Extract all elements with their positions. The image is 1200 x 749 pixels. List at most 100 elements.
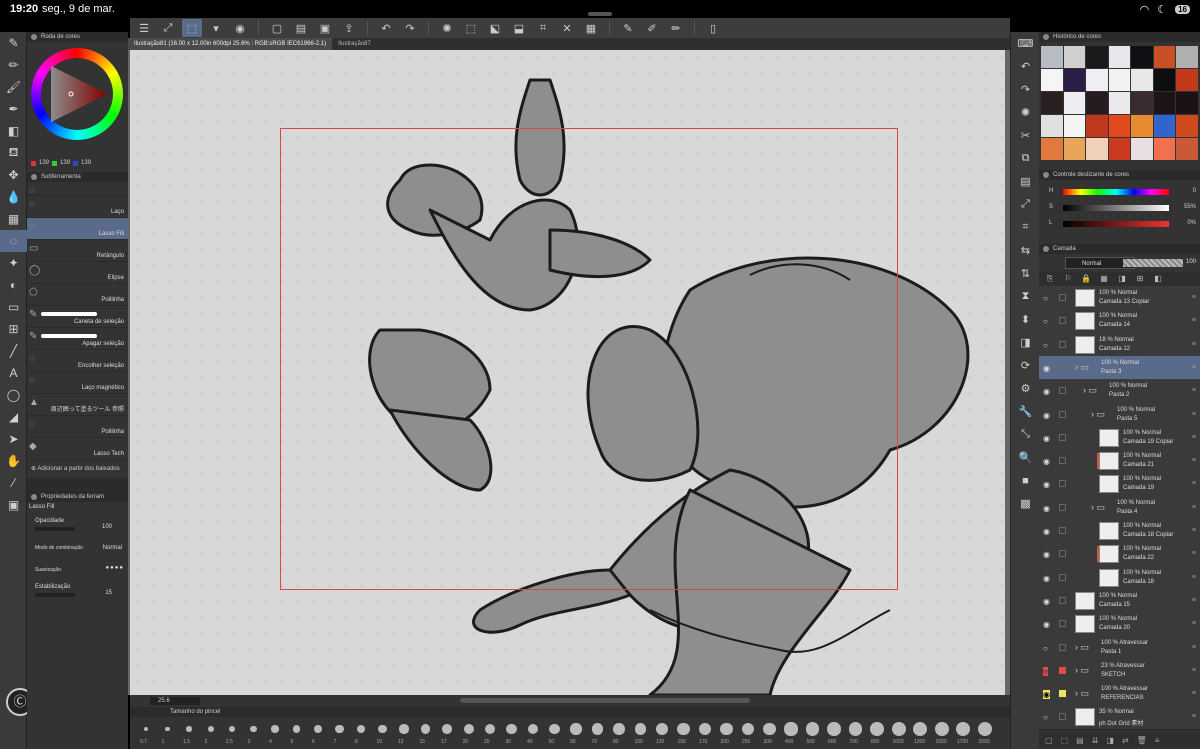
layer-drag-handle-icon[interactable]: ≡ — [1192, 317, 1196, 324]
history-color-swatch[interactable] — [1108, 138, 1131, 160]
visibility-eye-icon[interactable]: ◉ — [1043, 364, 1050, 373]
slider-l-row[interactable]: L 0% — [1041, 218, 1198, 230]
brush-size-option[interactable] — [741, 722, 755, 736]
zoom-icon[interactable]: 🔍 — [1011, 446, 1040, 469]
visibility-eye-icon[interactable]: ◉ — [1043, 620, 1050, 629]
mask-toggle-icon[interactable]: ◨ — [1115, 274, 1129, 284]
prop-smoothing-row[interactable]: Suavização ●●●● — [27, 560, 128, 582]
layer-lock-toggle[interactable] — [1059, 596, 1066, 604]
layer-mask-icon[interactable]: ◨ — [1106, 736, 1114, 745]
layer-drag-handle-icon[interactable]: ≡ — [1192, 644, 1196, 651]
move-tool-icon[interactable]: ✥ — [0, 164, 27, 186]
visibility-eye-icon[interactable]: ◉ — [1043, 504, 1050, 513]
history-color-swatch[interactable] — [1176, 92, 1198, 114]
transform-icon[interactable]: ⤢ — [158, 19, 178, 37]
trash-icon[interactable]: 🗑 — [1137, 736, 1147, 745]
subtool-item[interactable]: ◆ Lasso Tech — [27, 438, 128, 460]
layer-drag-handle-icon[interactable]: ≡ — [1192, 597, 1196, 604]
history-color-swatch[interactable] — [1131, 138, 1153, 160]
layer-lock-toggle[interactable] — [1059, 387, 1066, 395]
layer-lock-toggle[interactable] — [1059, 690, 1066, 698]
save-icon[interactable]: ▣ — [315, 19, 335, 37]
layer-row[interactable]: ○ 35 % Normal ph Dot Grid 素材 ≡ — [1039, 705, 1200, 730]
history-color-swatch[interactable] — [1063, 115, 1086, 137]
visibility-eye-icon[interactable]: ◉ — [1043, 411, 1050, 420]
layer-folder-row[interactable]: ◉ › ▭ 100 % Normal Pasta 4 ≡ — [1039, 495, 1200, 521]
folder-icon[interactable]: › ▭ — [1075, 665, 1089, 676]
crop-icon[interactable]: ⌗ — [1011, 216, 1040, 239]
folder-icon[interactable]: › ▭ — [1091, 502, 1105, 513]
prop-stabilization-slider[interactable] — [35, 593, 75, 597]
visibility-eye-icon[interactable]: ○ — [1043, 294, 1048, 303]
transform-icon[interactable]: ⤢ — [1011, 193, 1040, 216]
new-folder-icon[interactable]: ▤ — [1076, 736, 1084, 745]
paste-icon[interactable]: ▤ — [1011, 170, 1040, 193]
clip-icon[interactable]: ⎘ — [1043, 274, 1057, 284]
visibility-eye-icon[interactable]: ○ — [1043, 713, 1048, 722]
cut-icon[interactable]: ✂ — [1011, 124, 1040, 147]
brush-size-option[interactable] — [934, 722, 949, 736]
resize-icon[interactable]: ⤡ — [1011, 423, 1040, 446]
brush-size-option[interactable] — [977, 722, 992, 736]
draw-polyline-icon[interactable]: ✏ — [666, 19, 686, 37]
brush-size-option[interactable] — [506, 723, 517, 735]
layer-row[interactable]: ◉ 100 % Normal Camada 21 ≡ — [1039, 449, 1200, 474]
layer-drag-handle-icon[interactable]: ≡ — [1192, 620, 1196, 627]
brush-size-option[interactable] — [656, 723, 668, 735]
brush-size-option[interactable] — [399, 724, 409, 734]
subtool-item[interactable]: ◌ Encolher seleção — [27, 350, 128, 372]
subtool-item[interactable]: ◌ Laço — [27, 196, 128, 218]
history-color-swatch[interactable] — [1086, 69, 1108, 91]
layer-drag-handle-icon[interactable]: ≡ — [1192, 550, 1196, 557]
layer-folder-row[interactable]: ◉ › ▭ 100 % Atravessar REFERENCIAS ≡ — [1039, 682, 1200, 707]
brush-size-option[interactable] — [698, 722, 712, 736]
layer-row[interactable]: ○ 18 % Normal Camada 12 ≡ — [1039, 332, 1200, 358]
frame-tool-icon[interactable]: ▦ — [0, 208, 27, 230]
layer-folder-row[interactable]: ◉ › ▭ 100 % Normal Pasta 5 ≡ — [1039, 402, 1200, 428]
layer-lock-toggle[interactable] — [1059, 363, 1066, 371]
open-folder-icon[interactable]: ▤ — [291, 19, 311, 37]
history-color-swatch[interactable] — [1063, 46, 1086, 68]
clear-icon[interactable]: ✕ — [557, 19, 577, 37]
pen-tool-icon[interactable]: ✎ — [0, 32, 27, 54]
subtool-item[interactable]: ✎ Caneta de seleção — [27, 306, 128, 328]
history-color-swatch[interactable] — [1131, 69, 1153, 91]
horizontal-scrollbar[interactable] — [460, 698, 750, 703]
hourglass-icon[interactable]: ⧗ — [1011, 285, 1040, 308]
history-color-swatch[interactable] — [1086, 92, 1108, 114]
new-raster-layer-icon[interactable]: ▢ — [1045, 736, 1053, 745]
layer-lock-toggle[interactable] — [1059, 573, 1066, 581]
visibility-eye-icon[interactable]: ○ — [1043, 644, 1048, 653]
history-color-swatch[interactable] — [1108, 115, 1131, 137]
transfer-icon[interactable]: ⇄ — [1122, 736, 1129, 745]
history-color-swatch[interactable] — [1063, 92, 1086, 114]
layer-row[interactable]: ○ 100 % Normal Camada 13 Copiar ≡ — [1039, 286, 1200, 311]
layer-drag-handle-icon[interactable]: ≡ — [1192, 574, 1196, 581]
history-color-swatch[interactable] — [1131, 46, 1153, 68]
brush-size-option[interactable] — [784, 722, 798, 736]
selection-border-icon[interactable]: ⬓ — [509, 19, 529, 37]
loading-icon[interactable]: ✺ — [437, 19, 457, 37]
layer-opacity-slider[interactable] — [1123, 259, 1183, 267]
layer-lock-toggle[interactable] — [1059, 620, 1066, 628]
eyedropper-tool-icon[interactable]: ⁄ — [0, 472, 27, 494]
layer-lock-toggle[interactable] — [1059, 713, 1066, 721]
subtool-item[interactable]: ◯ Elipse — [27, 262, 128, 284]
layer-drag-handle-icon[interactable]: ≡ — [1192, 411, 1196, 418]
history-color-swatch[interactable] — [1153, 46, 1176, 68]
brush-size-option[interactable] — [484, 723, 496, 735]
brush-tool-icon[interactable]: 🖌 — [0, 76, 27, 98]
subtool-item[interactable]: ⬠ Polilinha — [27, 284, 128, 306]
layer-folder-row[interactable]: ◉ › ▭ 100 % Normal Pasta 2 ≡ — [1039, 379, 1200, 404]
redo-icon[interactable]: ↷ — [400, 19, 420, 37]
layer-row[interactable]: ◉ 100 % Normal Camada 19 ≡ — [1039, 472, 1200, 497]
history-color-swatch[interactable] — [1176, 138, 1198, 160]
history-color-swatch[interactable] — [1041, 92, 1063, 114]
selection-launcher-icon[interactable]: ⬚ — [182, 19, 202, 37]
brush-size-option[interactable] — [228, 725, 236, 733]
hue-triangle[interactable] — [41, 58, 113, 130]
layer-drag-handle-icon[interactable]: ≡ — [1192, 713, 1196, 720]
deselect-icon[interactable]: ⬚ — [461, 19, 481, 37]
layer-drag-handle-icon[interactable]: ≡ — [1192, 294, 1196, 301]
slider-s-track[interactable] — [1063, 205, 1169, 211]
